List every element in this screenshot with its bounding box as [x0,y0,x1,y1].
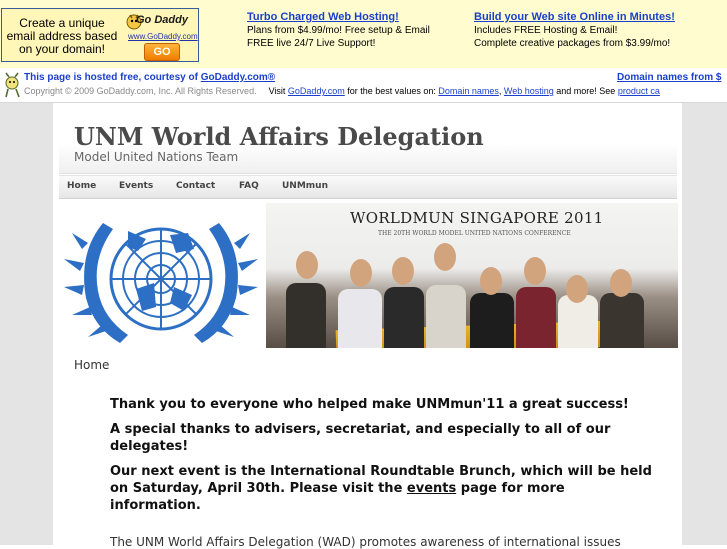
main-container: UNM World Affairs Delegation Model Unite… [53,103,682,549]
person-face [610,269,632,297]
person-face [296,251,318,279]
person-figure [286,283,326,348]
hosting-ad-line1: Plans from $4.99/mo! Free setup & Email [247,25,430,36]
nav-item-contact[interactable]: Contact [176,181,215,191]
website-builder-ad-headline[interactable]: Build your Web site Online in Minutes! [474,11,675,24]
site-subtitle: Model United Nations Team [74,150,239,164]
email-ad-text: Create a unique email address based on y… [6,16,118,56]
godaddy-logo: Go Daddy www.GoDaddy.com [124,12,198,44]
website-builder-ad: Build your Web site Online in Minutes! I… [474,11,675,50]
person-face [566,275,588,303]
visit-text: Visit GoDaddy.com for the best values on… [269,86,660,96]
visit-godaddy-link[interactable]: GoDaddy.com [288,86,345,96]
intro-paragraph: The UNM World Affairs Delegation (WAD) p… [110,535,621,549]
more-text: and more! See [553,86,618,96]
breadcrumb: Home [74,358,110,372]
person-figure [600,293,644,348]
godaddy-ad-bar: Create a unique email address based on y… [0,0,727,68]
person-face [524,257,546,285]
nav-item-events[interactable]: Events [119,181,153,191]
photo-subtitle: THE 20TH WORLD MODEL UNITED NATIONS CONF… [378,230,571,237]
domain-names-inline-link[interactable]: Domain names [438,86,499,96]
product-catalog-link[interactable]: product ca [618,86,660,96]
godaddy-mascot-icon [5,72,20,98]
email-ad-banner[interactable]: Create a unique email address based on y… [1,8,199,62]
person-face [480,267,502,295]
domain-names-link[interactable]: Domain names from $ [617,72,721,83]
un-emblem-icon [58,203,264,348]
visit-prefix: Visit [268,86,288,96]
go-button[interactable]: GO [144,43,180,61]
next-event-paragraph: Our next event is the International Roun… [110,463,655,514]
godaddy-link[interactable]: GoDaddy.com® [201,72,275,83]
hosted-free-notice: This page is hosted free, courtesy of Go… [24,72,275,83]
next-event-text: Our next event is the International Roun… [110,464,652,496]
person-face [350,259,372,287]
person-figure [338,289,382,348]
photo-title: WORLDMUN SINGAPORE 2011 [350,209,604,227]
hosting-ad: Turbo Charged Web Hosting! Plans from $4… [247,11,430,50]
person-figure [384,287,424,348]
copyright-text: Copyright © 2009 GoDaddy.com, Inc. All R… [24,86,257,96]
person-face [392,257,414,285]
website-builder-ad-line1: Includes FREE Hosting & Email! [474,25,618,36]
person-figure [516,287,556,348]
godaddy-logo-text: Go Daddy [136,14,188,26]
visit-mid-text: for the best values on: [344,86,439,96]
hosting-ad-line2: FREE live 24/7 Live Support! [247,38,376,49]
hosting-ad-headline[interactable]: Turbo Charged Web Hosting! [247,11,430,24]
godaddy-logo-url[interactable]: www.GoDaddy.com [128,32,198,41]
special-thanks-paragraph: A special thanks to advisers, secretaria… [110,422,611,454]
events-link[interactable]: events [407,481,456,496]
copyright-line: Copyright © 2009 GoDaddy.com, Inc. All R… [24,86,660,96]
person-face [434,243,456,271]
main-nav: Home Events Contact FAQ UNMmun [59,175,677,199]
hosted-notice-bar: This page is hosted free, courtesy of Go… [0,68,727,103]
thanks-paragraph: Thank you to everyone who helped make UN… [110,397,629,412]
conference-photo: WORLDMUN SINGAPORE 2011 THE 20TH WORLD M… [266,203,678,348]
website-builder-ad-line2: Complete creative packages from $3.99/mo… [474,38,671,49]
nav-item-home[interactable]: Home [67,181,96,191]
announcement-content: Thank you to everyone who helped make UN… [110,396,655,522]
hosted-free-text: This page is hosted free, courtesy of [24,72,201,83]
person-figure [470,293,514,348]
site-title: UNM World Affairs Delegation [74,122,484,151]
nav-item-faq[interactable]: FAQ [239,181,259,191]
web-hosting-link[interactable]: Web hosting [504,86,554,96]
nav-item-unmmun[interactable]: UNMmun [282,181,328,191]
person-figure [426,285,466,348]
